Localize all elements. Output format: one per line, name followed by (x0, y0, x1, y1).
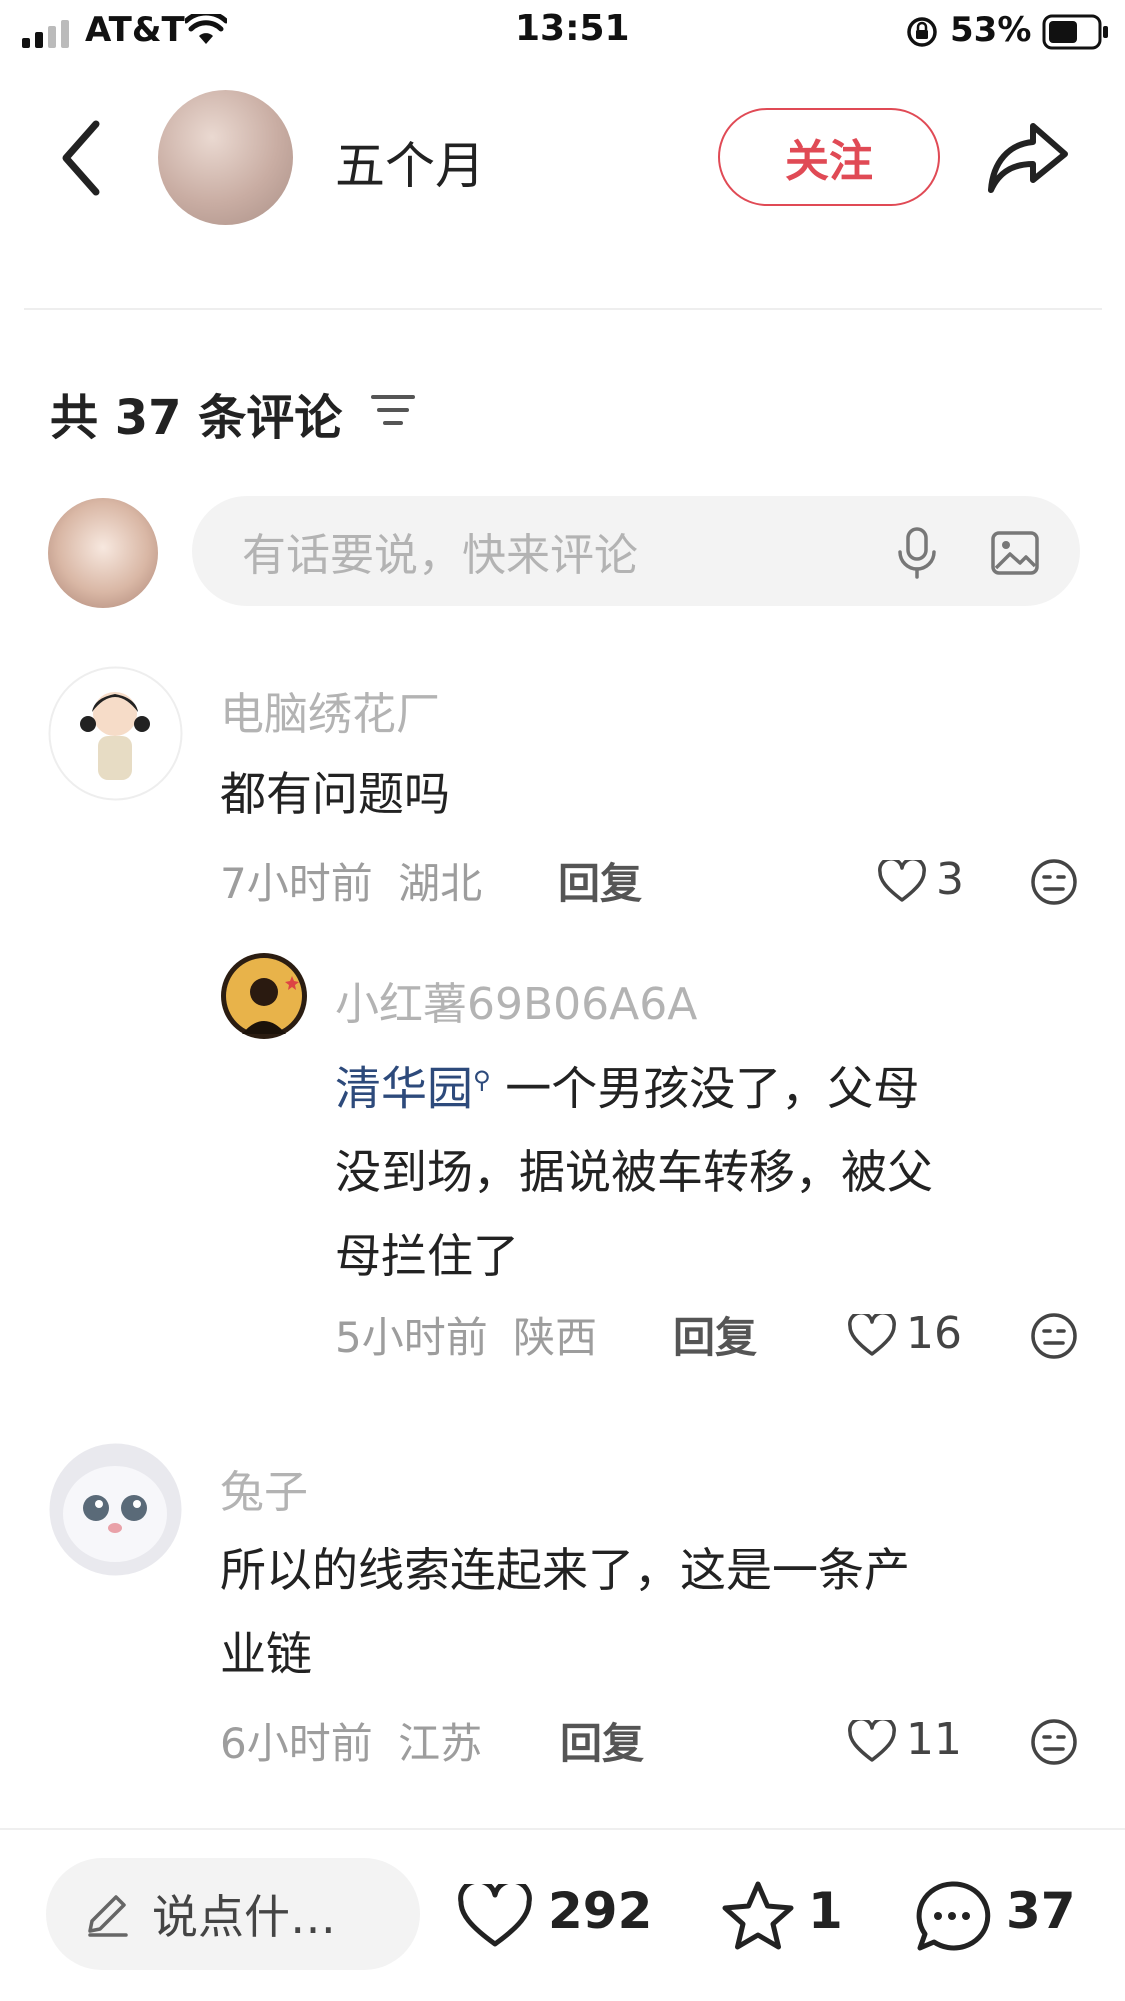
comment-text: 都有问题吗 (220, 767, 450, 821)
comment-time: 5小时前 (335, 1313, 488, 1362)
emoji-icon[interactable] (1030, 858, 1078, 906)
avatar[interactable] (48, 666, 183, 801)
battery-icon (1042, 14, 1108, 50)
comment-count-title: 共 37 条评论 (50, 390, 343, 446)
like-total: 292 (548, 1882, 653, 1940)
status-bar: AT&T 13:51 53% (0, 0, 1125, 64)
chat-bubble-icon[interactable] (912, 1878, 992, 1954)
comment-text: 所以的线索连起来了，这是一条产 业链 (220, 1528, 1080, 1696)
comment-input[interactable]: 有话要说，快来评论 (192, 496, 1080, 606)
follow-button[interactable]: 关注 (718, 108, 940, 206)
clock: 13:51 (515, 8, 630, 49)
reply-button[interactable]: 回复 (558, 850, 642, 911)
current-user-avatar (48, 498, 158, 608)
battery-percent: 53% (950, 10, 1032, 50)
reply-comment-item (220, 952, 308, 1040)
comment-text-line: 母拦住了 (335, 1229, 519, 1284)
avatar[interactable] (48, 1442, 183, 1577)
like-count: 16 (906, 1308, 962, 1359)
header-divider (24, 308, 1102, 310)
comment-time: 6小时前 (220, 1719, 373, 1768)
say-something-placeholder: 说点什… (152, 1890, 336, 1944)
comment-item (48, 1442, 183, 1577)
comment-region: 陕西 (513, 1313, 598, 1362)
comment-username[interactable]: 电脑绣花厂 (220, 678, 440, 742)
say-something-input[interactable]: 说点什… (46, 1858, 420, 1970)
comment-meta: 6小时前 江苏 (220, 1710, 482, 1771)
emoji-icon[interactable] (1030, 1718, 1078, 1766)
comment-username[interactable]: 小红薯69B06A6A (335, 968, 697, 1032)
author-avatar[interactable] (158, 90, 293, 225)
reply-button[interactable]: 回复 (560, 1710, 644, 1771)
bottom-divider (0, 1828, 1125, 1830)
avatar[interactable] (220, 952, 308, 1040)
mention-link[interactable]: 清华园 (335, 1061, 473, 1115)
comment-total: 37 (1006, 1882, 1076, 1940)
comment-meta: 7小时前 湖北 (220, 850, 482, 911)
comment-text-line: 业链 (220, 1627, 312, 1681)
search-icon: ⚲ (473, 1066, 491, 1094)
favorite-total: 1 (808, 1882, 843, 1940)
heart-icon[interactable] (458, 1884, 532, 1950)
emoji-icon[interactable] (1030, 1312, 1078, 1360)
pencil-icon (88, 1895, 128, 1937)
comment-text: 清华园⚲ 一个男孩没了，父母 没到场，据说被车转移，被父 母拦住了 (335, 1038, 1075, 1298)
comment-input-placeholder: 有话要说，快来评论 (242, 530, 638, 581)
filter-icon[interactable] (370, 392, 416, 428)
heart-icon[interactable] (848, 1314, 896, 1358)
comment-item (48, 666, 183, 801)
comment-text-line: 没到场，据说被车转移，被父 (335, 1145, 933, 1200)
wifi-icon (185, 14, 227, 44)
comment-time: 7小时前 (220, 859, 373, 908)
back-arrow-icon[interactable] (52, 118, 112, 198)
comment-username[interactable]: 兔子 (220, 1456, 308, 1520)
comment-meta: 5小时前 陕西 (335, 1304, 597, 1365)
like-count: 3 (936, 854, 964, 905)
author-name[interactable]: 五个月 (335, 126, 485, 198)
share-icon[interactable] (985, 118, 1070, 198)
mic-icon[interactable] (895, 526, 939, 580)
star-icon[interactable] (720, 1880, 796, 1952)
comment-text-line: 所以的线索连起来了，这是一条产 (220, 1543, 910, 1597)
carrier-label: AT&T (85, 10, 185, 50)
lock-rotation-icon (907, 17, 937, 47)
comment-text-line: 一个男孩没了，父母 (505, 1061, 920, 1116)
comment-region: 江苏 (398, 1719, 483, 1768)
heart-icon[interactable] (848, 1720, 896, 1764)
image-icon[interactable] (990, 528, 1040, 578)
heart-icon[interactable] (878, 860, 926, 904)
comment-region: 湖北 (398, 859, 483, 908)
like-count: 11 (906, 1714, 962, 1765)
signal-icon (22, 20, 69, 48)
reply-button[interactable]: 回复 (673, 1304, 757, 1365)
